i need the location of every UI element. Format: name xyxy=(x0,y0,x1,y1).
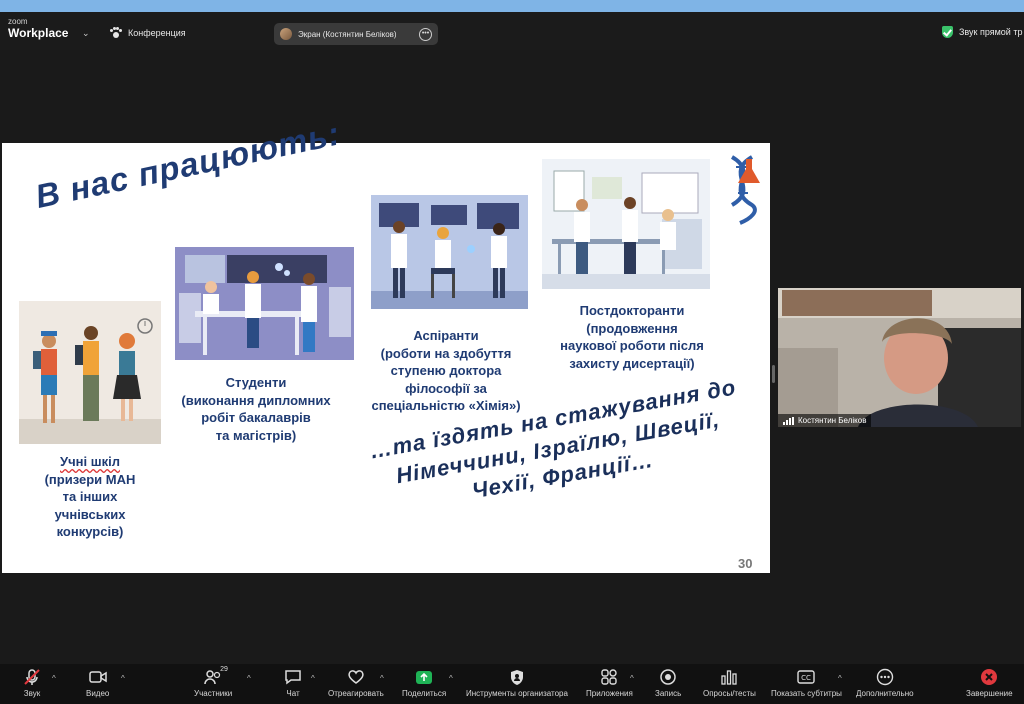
react-button[interactable]: Отреагировать xyxy=(328,668,384,698)
dna-flask-logo xyxy=(720,153,764,225)
participant-video-tile[interactable] xyxy=(778,288,1021,427)
participants-label: Участники xyxy=(194,689,233,698)
chevron-up-icon[interactable]: ^ xyxy=(449,674,453,683)
slide-number: 30 xyxy=(738,556,753,571)
svg-text:CC: CC xyxy=(802,674,812,682)
meeting-label: Конференция xyxy=(128,28,186,38)
record-label: Запись xyxy=(655,689,682,698)
caption-students: Студенти (виконання дипломних робіт бака… xyxy=(181,375,331,443)
captions-button[interactable]: CC Показать субтитры xyxy=(771,668,842,698)
more-button[interactable]: Дополнительно xyxy=(856,668,914,698)
logo-line1: zoom xyxy=(8,17,28,26)
mute-label: Звук xyxy=(23,689,41,698)
audio-status-label: Звук прямой тр xyxy=(959,27,1023,37)
apps-label: Приложения xyxy=(586,689,633,698)
caption-postdocs: Постдокторанти (продовження наукової роб… xyxy=(560,303,704,371)
chevron-down-icon[interactable]: ⌄ xyxy=(82,28,90,39)
phd-students-illustration xyxy=(371,195,528,309)
chevron-up-icon[interactable]: ^ xyxy=(52,674,56,683)
participants-count: 29 xyxy=(220,666,228,673)
more-icon xyxy=(875,668,895,686)
meeting-info-button[interactable]: Конференция xyxy=(110,27,186,39)
mute-button[interactable]: Звук xyxy=(22,668,42,698)
participants-icon: 29 xyxy=(203,666,228,686)
polls-icon xyxy=(719,668,739,686)
shield-check-icon xyxy=(942,26,953,38)
paw-icon xyxy=(110,27,122,39)
more-options-icon[interactable]: ••• xyxy=(419,27,432,41)
screen-share-pill[interactable]: Экран (Костянтин Беліков) ••• xyxy=(274,23,438,45)
mic-muted-icon xyxy=(22,668,42,686)
chevron-up-icon[interactable]: ^ xyxy=(247,674,251,683)
students-lab-illustration xyxy=(175,247,354,360)
postdocs-illustration xyxy=(542,159,710,289)
caption-pupils: Учні шкіл (призери МАН та інших учнівськ… xyxy=(19,453,161,541)
video-button[interactable]: Видео xyxy=(86,668,109,698)
chevron-up-icon[interactable]: ^ xyxy=(121,674,125,683)
chat-icon xyxy=(283,668,303,686)
host-tools-shield-icon xyxy=(507,668,527,686)
apps-icon xyxy=(599,668,619,686)
record-icon xyxy=(658,668,678,686)
chat-label: Чат xyxy=(286,689,300,698)
captions-label: Показать субтитры xyxy=(771,689,842,698)
record-button[interactable]: Запись xyxy=(655,668,681,698)
end-meeting-button[interactable]: Завершение xyxy=(966,668,1013,698)
chevron-up-icon[interactable]: ^ xyxy=(380,674,384,683)
share-button[interactable]: Поделиться xyxy=(402,668,446,698)
participants-button[interactable]: 29 Участники xyxy=(194,666,233,698)
video-label: Видео xyxy=(86,689,110,698)
caption-pupils-title: Учні шкіл xyxy=(60,454,120,469)
polls-label: Опросы/тесты xyxy=(703,689,756,698)
pupils-illustration xyxy=(19,301,161,444)
more-label: Дополнительно xyxy=(856,689,914,698)
window-top-edge xyxy=(0,0,1024,12)
react-label: Отреагировать xyxy=(328,689,384,698)
resize-handle[interactable] xyxy=(772,365,775,383)
heart-icon xyxy=(346,668,366,686)
screen-share-label: Экран (Костянтин Беліков) xyxy=(298,29,397,39)
participant-name-tag: Костянтин Беліков xyxy=(778,414,872,427)
participant-name: Костянтин Беліков xyxy=(798,416,867,425)
video-camera-icon xyxy=(88,668,108,686)
chevron-up-icon[interactable]: ^ xyxy=(630,674,634,683)
captions-icon: CC xyxy=(796,668,816,686)
chat-button[interactable]: Чат xyxy=(283,668,303,698)
chevron-up-icon[interactable]: ^ xyxy=(311,674,315,683)
logo-line2: Workplace xyxy=(8,26,69,40)
end-meeting-icon xyxy=(979,668,999,686)
meeting-toolbar: Звук ^ Видео ^ 29 Участники ^ Чат ^ Отре… xyxy=(0,664,1024,704)
share-screen-icon xyxy=(414,668,434,686)
host-tools-button[interactable]: Инструменты организатора xyxy=(466,668,568,698)
caption-phd-students: Аспіранти (роботи на здобуття ступеню до… xyxy=(371,328,521,414)
end-meeting-label: Завершение xyxy=(966,689,1013,698)
signal-bars-icon xyxy=(783,416,794,425)
zoom-logo: zoom Workplace xyxy=(8,17,69,40)
chevron-up-icon[interactable]: ^ xyxy=(838,674,842,683)
apps-button[interactable]: Приложения xyxy=(586,668,633,698)
presenter-avatar xyxy=(280,28,292,40)
polls-button[interactable]: Опросы/тесты xyxy=(703,668,756,698)
host-tools-label: Инструменты организатора xyxy=(466,689,568,698)
caption-pupils-detail: (призери МАН та інших учнівських конкурс… xyxy=(44,471,136,540)
share-label: Поделиться xyxy=(402,689,447,698)
audio-status[interactable]: Звук прямой тр xyxy=(942,26,1024,38)
